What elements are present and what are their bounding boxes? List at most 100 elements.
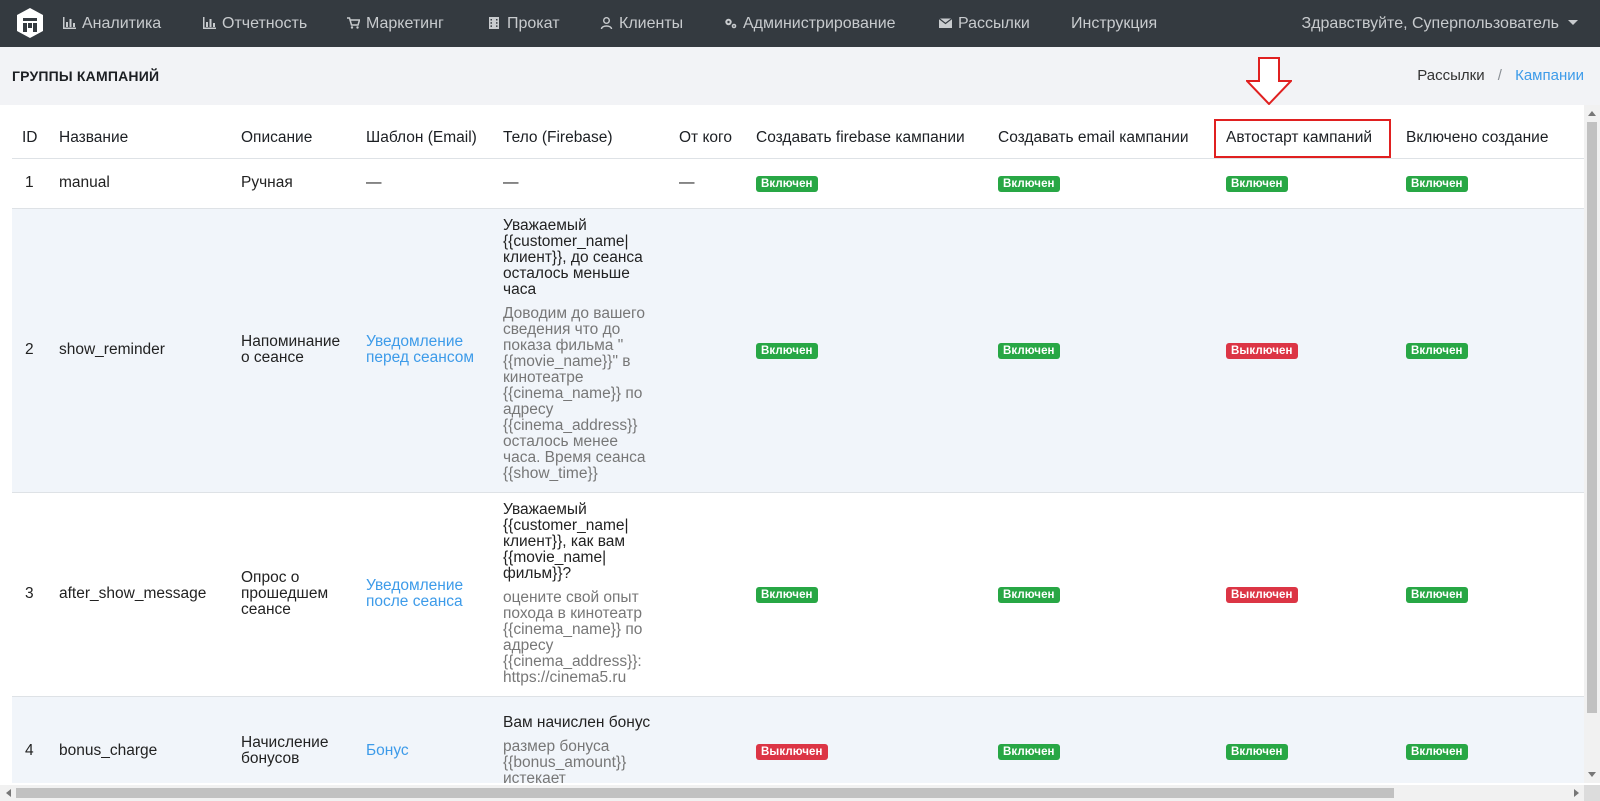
nav-instructions-label: Инструкция: [1071, 15, 1158, 32]
breadcrumb-current: Кампании: [1515, 67, 1584, 84]
status-badge: Включен: [756, 586, 818, 603]
bar-chart-icon: [203, 17, 216, 29]
brand-logo[interactable]: [16, 7, 44, 39]
status-badge: Включен: [998, 743, 1060, 760]
horizontal-scrollbar-thumb[interactable]: [16, 788, 1394, 798]
nav-analytics[interactable]: Аналитика: [63, 0, 161, 47]
col-header-description[interactable]: Описание: [231, 118, 356, 159]
cell-id: 3: [12, 491, 49, 696]
col-header-create-email[interactable]: Создавать email кампании: [988, 118, 1216, 159]
cell-body: Вам начислен бонус размер бонуса {{bonus…: [493, 695, 669, 783]
cell-enabled-creation: Включен: [1396, 491, 1584, 696]
nav-marketing[interactable]: Маркетинг: [347, 0, 444, 47]
scroll-down-arrow-icon[interactable]: [1588, 772, 1596, 777]
nav-mailings-label: Рассылки: [958, 15, 1030, 32]
cell-from: [669, 491, 746, 696]
cell-enabled-creation: Включен: [1396, 157, 1584, 208]
page-header: ГРУППЫ КАМПАНИЙ Рассылки / Кампании: [0, 47, 1600, 105]
cell-enabled-creation: Включен: [1396, 695, 1584, 783]
body-title: Уважаемый {{customer_name|клиент}}, до с…: [503, 217, 643, 298]
cell-create-email: Включен: [988, 695, 1216, 783]
status-badge: Включен: [1406, 342, 1468, 359]
col-header-name[interactable]: Название: [49, 118, 231, 159]
cell-id: 2: [12, 207, 49, 492]
cell-create-email: Включен: [988, 157, 1216, 208]
template-link[interactable]: Уведомление перед сеансом: [366, 333, 474, 366]
cell-create-firebase: Включен: [746, 207, 988, 492]
annotation-arrow-down-icon: [1246, 57, 1292, 105]
top-navbar: Аналитика Отчетность Маркетинг Прокат Кл…: [0, 0, 1600, 47]
cell-autostart: Выключен: [1216, 207, 1396, 492]
nav-reports[interactable]: Отчетность: [203, 0, 307, 47]
bar-chart-icon: [63, 17, 76, 29]
col-header-enabled-creation[interactable]: Включено создание: [1396, 118, 1584, 159]
cell-description: Ручная: [231, 157, 356, 208]
cell-create-firebase: Выключен: [746, 695, 988, 783]
table-row[interactable]: 3 after_show_message Опрос о прошедшем с…: [12, 491, 1584, 696]
status-badge: Включен: [1406, 175, 1468, 192]
status-badge: Включен: [1406, 586, 1468, 603]
col-header-body[interactable]: Тело (Firebase): [493, 118, 669, 159]
cell-create-firebase: Включен: [746, 491, 988, 696]
nav-marketing-label: Маркетинг: [366, 15, 444, 32]
cell-name: manual: [49, 157, 231, 208]
col-header-create-firebase[interactable]: Создавать firebase кампании: [746, 118, 988, 159]
template-link[interactable]: Уведомление после сеанса: [366, 577, 463, 610]
status-badge: Выключен: [1226, 342, 1298, 359]
scroll-left-arrow-icon[interactable]: [6, 789, 11, 797]
horizontal-scrollbar[interactable]: [0, 785, 1600, 801]
campaign-groups-table-container[interactable]: ID Название Описание Шаблон (Email) Тело…: [12, 118, 1584, 783]
vertical-scrollbar[interactable]: [1584, 105, 1600, 783]
nav-clients[interactable]: Клиенты: [600, 0, 683, 47]
table-row[interactable]: 4 bonus_charge Начисление бонусов Бонус …: [12, 695, 1584, 783]
body-title: Уважаемый {{customer_name|клиент}}, как …: [503, 501, 629, 582]
breadcrumb: Рассылки / Кампании: [1417, 47, 1584, 105]
cell-name: bonus_charge: [49, 695, 231, 783]
film-icon: [489, 17, 499, 29]
body-title: —: [503, 174, 519, 191]
cell-template: Бонус: [356, 695, 493, 783]
cell-name: show_reminder: [49, 207, 231, 492]
cell-enabled-creation: Включен: [1396, 207, 1584, 492]
cell-template: Уведомление после сеанса: [356, 491, 493, 696]
status-badge: Включен: [1226, 743, 1288, 760]
status-badge: Включен: [756, 342, 818, 359]
envelope-icon: [939, 18, 952, 28]
cell-id: 4: [12, 695, 49, 783]
table-header-row: ID Название Описание Шаблон (Email) Тело…: [12, 118, 1584, 159]
template-link[interactable]: Бонус: [366, 742, 409, 759]
scroll-right-arrow-icon[interactable]: [1574, 789, 1579, 797]
cell-template: —: [356, 157, 493, 208]
col-header-from[interactable]: От кого: [669, 118, 746, 159]
vertical-scrollbar-thumb[interactable]: [1587, 122, 1597, 713]
col-header-id[interactable]: ID: [12, 118, 49, 159]
cell-body: Уважаемый {{customer_name|клиент}}, как …: [493, 491, 669, 696]
user-menu-dropdown[interactable]: Здравствуйте, Суперпользователь: [1302, 0, 1578, 47]
status-badge: Выключен: [756, 743, 828, 760]
col-header-autostart-label: Автостарт кампаний: [1226, 128, 1373, 146]
nav-administration[interactable]: Администрирование: [724, 0, 896, 47]
cart-icon: [347, 17, 360, 29]
nav-instructions[interactable]: Инструкция: [1071, 0, 1157, 47]
body-title: Вам начислен бонус: [503, 714, 651, 732]
nav-rental[interactable]: Прокат: [488, 0, 560, 47]
user-greeting: Здравствуйте, Суперпользователь: [1301, 15, 1559, 32]
breadcrumb-mailings[interactable]: Рассылки: [1417, 67, 1484, 84]
nav-administration-label: Администрирование: [743, 15, 896, 32]
user-icon: [600, 17, 613, 29]
table-row[interactable]: 2 show_reminder Напоминание о сеансе Уве…: [12, 207, 1584, 492]
nav-mailings[interactable]: Рассылки: [939, 0, 1030, 47]
col-header-template[interactable]: Шаблон (Email): [356, 118, 493, 159]
cell-body: Уважаемый {{customer_name|клиент}}, до с…: [493, 207, 669, 492]
scrollbar-corner: [1584, 785, 1600, 801]
gears-icon: [725, 18, 737, 29]
cell-autostart: Включен: [1216, 695, 1396, 783]
status-badge: Включен: [756, 175, 818, 192]
col-header-autostart[interactable]: Автостарт кампаний: [1214, 118, 1396, 159]
cell-name: after_show_message: [49, 491, 231, 696]
nav-clients-label: Клиенты: [619, 15, 684, 32]
scroll-up-arrow-icon[interactable]: [1588, 111, 1596, 116]
table-row[interactable]: 1 manual Ручная — — — Включен Включен Вк…: [12, 157, 1584, 208]
cell-from: [669, 695, 746, 783]
cell-description: Напоминание о сеансе: [231, 207, 356, 492]
